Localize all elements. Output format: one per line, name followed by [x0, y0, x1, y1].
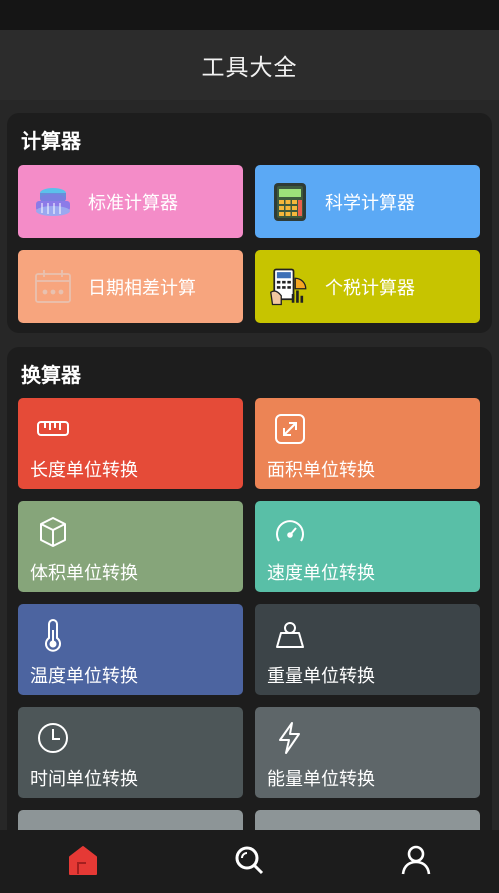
calculator-tile-label: 个税计算器	[325, 277, 415, 299]
calculators-section: 计算器 标准计算器 科学计算器 日期相差计算 个税计算器	[7, 113, 492, 333]
nav-search[interactable]	[219, 832, 279, 892]
scientific-calculator-icon	[269, 181, 311, 223]
calculator-tile-label: 科学计算器	[325, 192, 415, 214]
converter-tile-label: 长度单位转换	[30, 460, 138, 481]
ruler-icon	[36, 412, 70, 446]
area-converter-button[interactable]: 面积单位转换	[255, 398, 480, 489]
converter-tile-label: 时间单位转换	[30, 769, 138, 790]
calculator-tile-label: 标准计算器	[88, 192, 178, 214]
converters-title: 换算器	[21, 363, 81, 387]
main-content[interactable]: 计算器 标准计算器 科学计算器 日期相差计算 个税计算器 换算器 长度单位转换 …	[0, 100, 499, 830]
scientific-calculator-button[interactable]: 科学计算器	[255, 165, 480, 238]
bottom-nav	[0, 830, 499, 893]
weight-icon	[273, 618, 307, 652]
area-expand-icon	[273, 412, 307, 446]
converter-tile-label: 重量单位转换	[267, 666, 375, 687]
lightning-icon	[273, 721, 307, 755]
converter-tile-label: 面积单位转换	[267, 460, 375, 481]
converter-tile-partial[interactable]	[18, 810, 243, 830]
converter-tile-label: 温度单位转换	[30, 666, 138, 687]
app-header: 工具大全	[0, 30, 499, 100]
home-icon	[66, 843, 100, 881]
weight-converter-button[interactable]: 重量单位转换	[255, 604, 480, 695]
calculator-tile-label: 日期相差计算	[88, 277, 196, 299]
clock-icon	[36, 721, 70, 755]
thermometer-icon	[36, 618, 70, 652]
profile-icon	[400, 844, 432, 880]
date-difference-button[interactable]: 日期相差计算	[18, 250, 243, 323]
standard-calculator-button[interactable]: 标准计算器	[18, 165, 243, 238]
status-bar	[0, 0, 499, 30]
speed-converter-button[interactable]: 速度单位转换	[255, 501, 480, 592]
converter-tile-label: 体积单位转换	[30, 563, 138, 584]
nav-profile[interactable]	[386, 832, 446, 892]
cylinder-icon	[36, 515, 70, 549]
nav-home[interactable]	[53, 832, 113, 892]
energy-converter-button[interactable]: 能量单位转换	[255, 707, 480, 798]
page-title: 工具大全	[201, 55, 298, 81]
search-icon	[233, 844, 265, 880]
volume-converter-button[interactable]: 体积单位转换	[18, 501, 243, 592]
converters-section: 换算器 长度单位转换 面积单位转换 体积单位转换 速度单位转换 温度单位转换 重…	[7, 347, 492, 830]
temperature-converter-button[interactable]: 温度单位转换	[18, 604, 243, 695]
converter-tile-label: 能量单位转换	[267, 769, 375, 790]
coin-stack-icon	[32, 181, 74, 223]
converter-tile-label: 速度单位转换	[267, 563, 375, 584]
tax-calculator-icon	[269, 266, 311, 308]
length-converter-button[interactable]: 长度单位转换	[18, 398, 243, 489]
calculators-title: 计算器	[21, 129, 81, 153]
speedometer-icon	[273, 515, 307, 549]
time-converter-button[interactable]: 时间单位转换	[18, 707, 243, 798]
income-tax-calculator-button[interactable]: 个税计算器	[255, 250, 480, 323]
calendar-icon	[32, 266, 74, 308]
converter-tile-partial[interactable]	[255, 810, 480, 830]
